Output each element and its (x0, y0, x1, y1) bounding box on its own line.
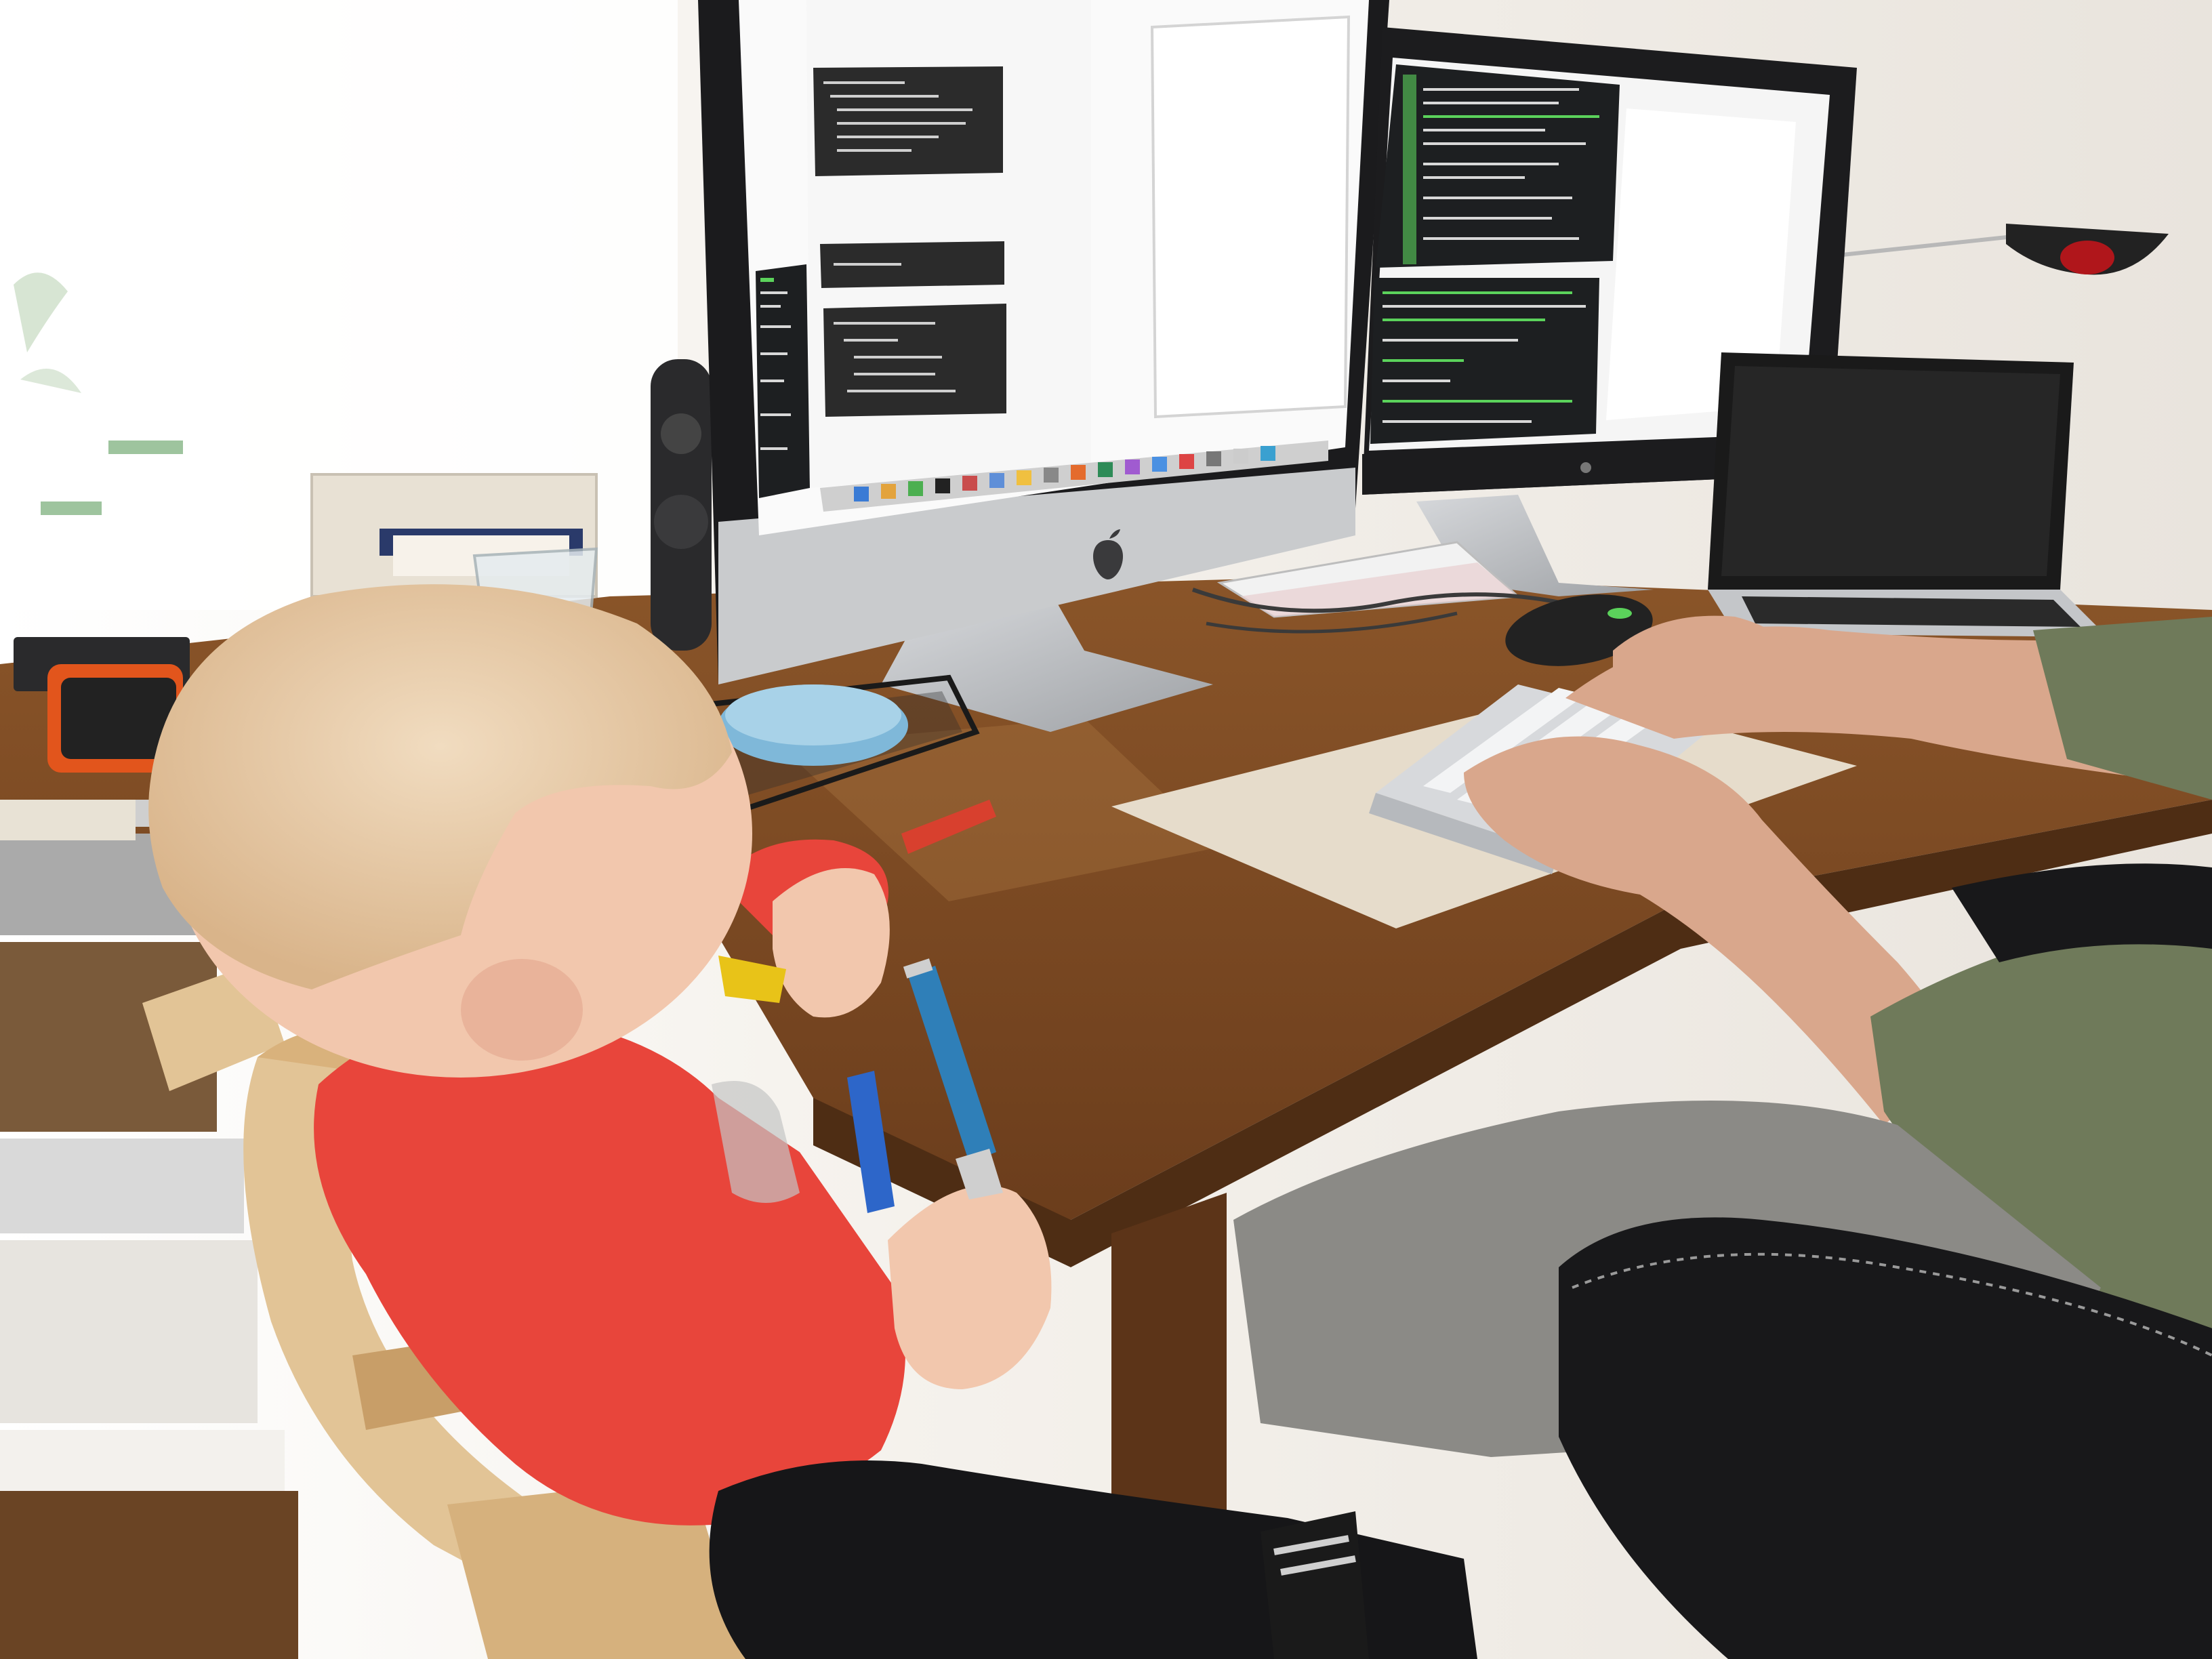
code-block-3 (823, 304, 1006, 417)
laptop (1708, 352, 2108, 637)
apple-logo-icon-small (1580, 462, 1591, 473)
laptop-lid-screen (1721, 366, 2060, 576)
baby-sock (1261, 1511, 1369, 1659)
imac-right-window (1150, 15, 1351, 419)
speaker (651, 359, 712, 651)
photo-scene (0, 0, 2212, 1659)
baby-ear (461, 959, 583, 1061)
laptop-keys (1742, 596, 2081, 627)
